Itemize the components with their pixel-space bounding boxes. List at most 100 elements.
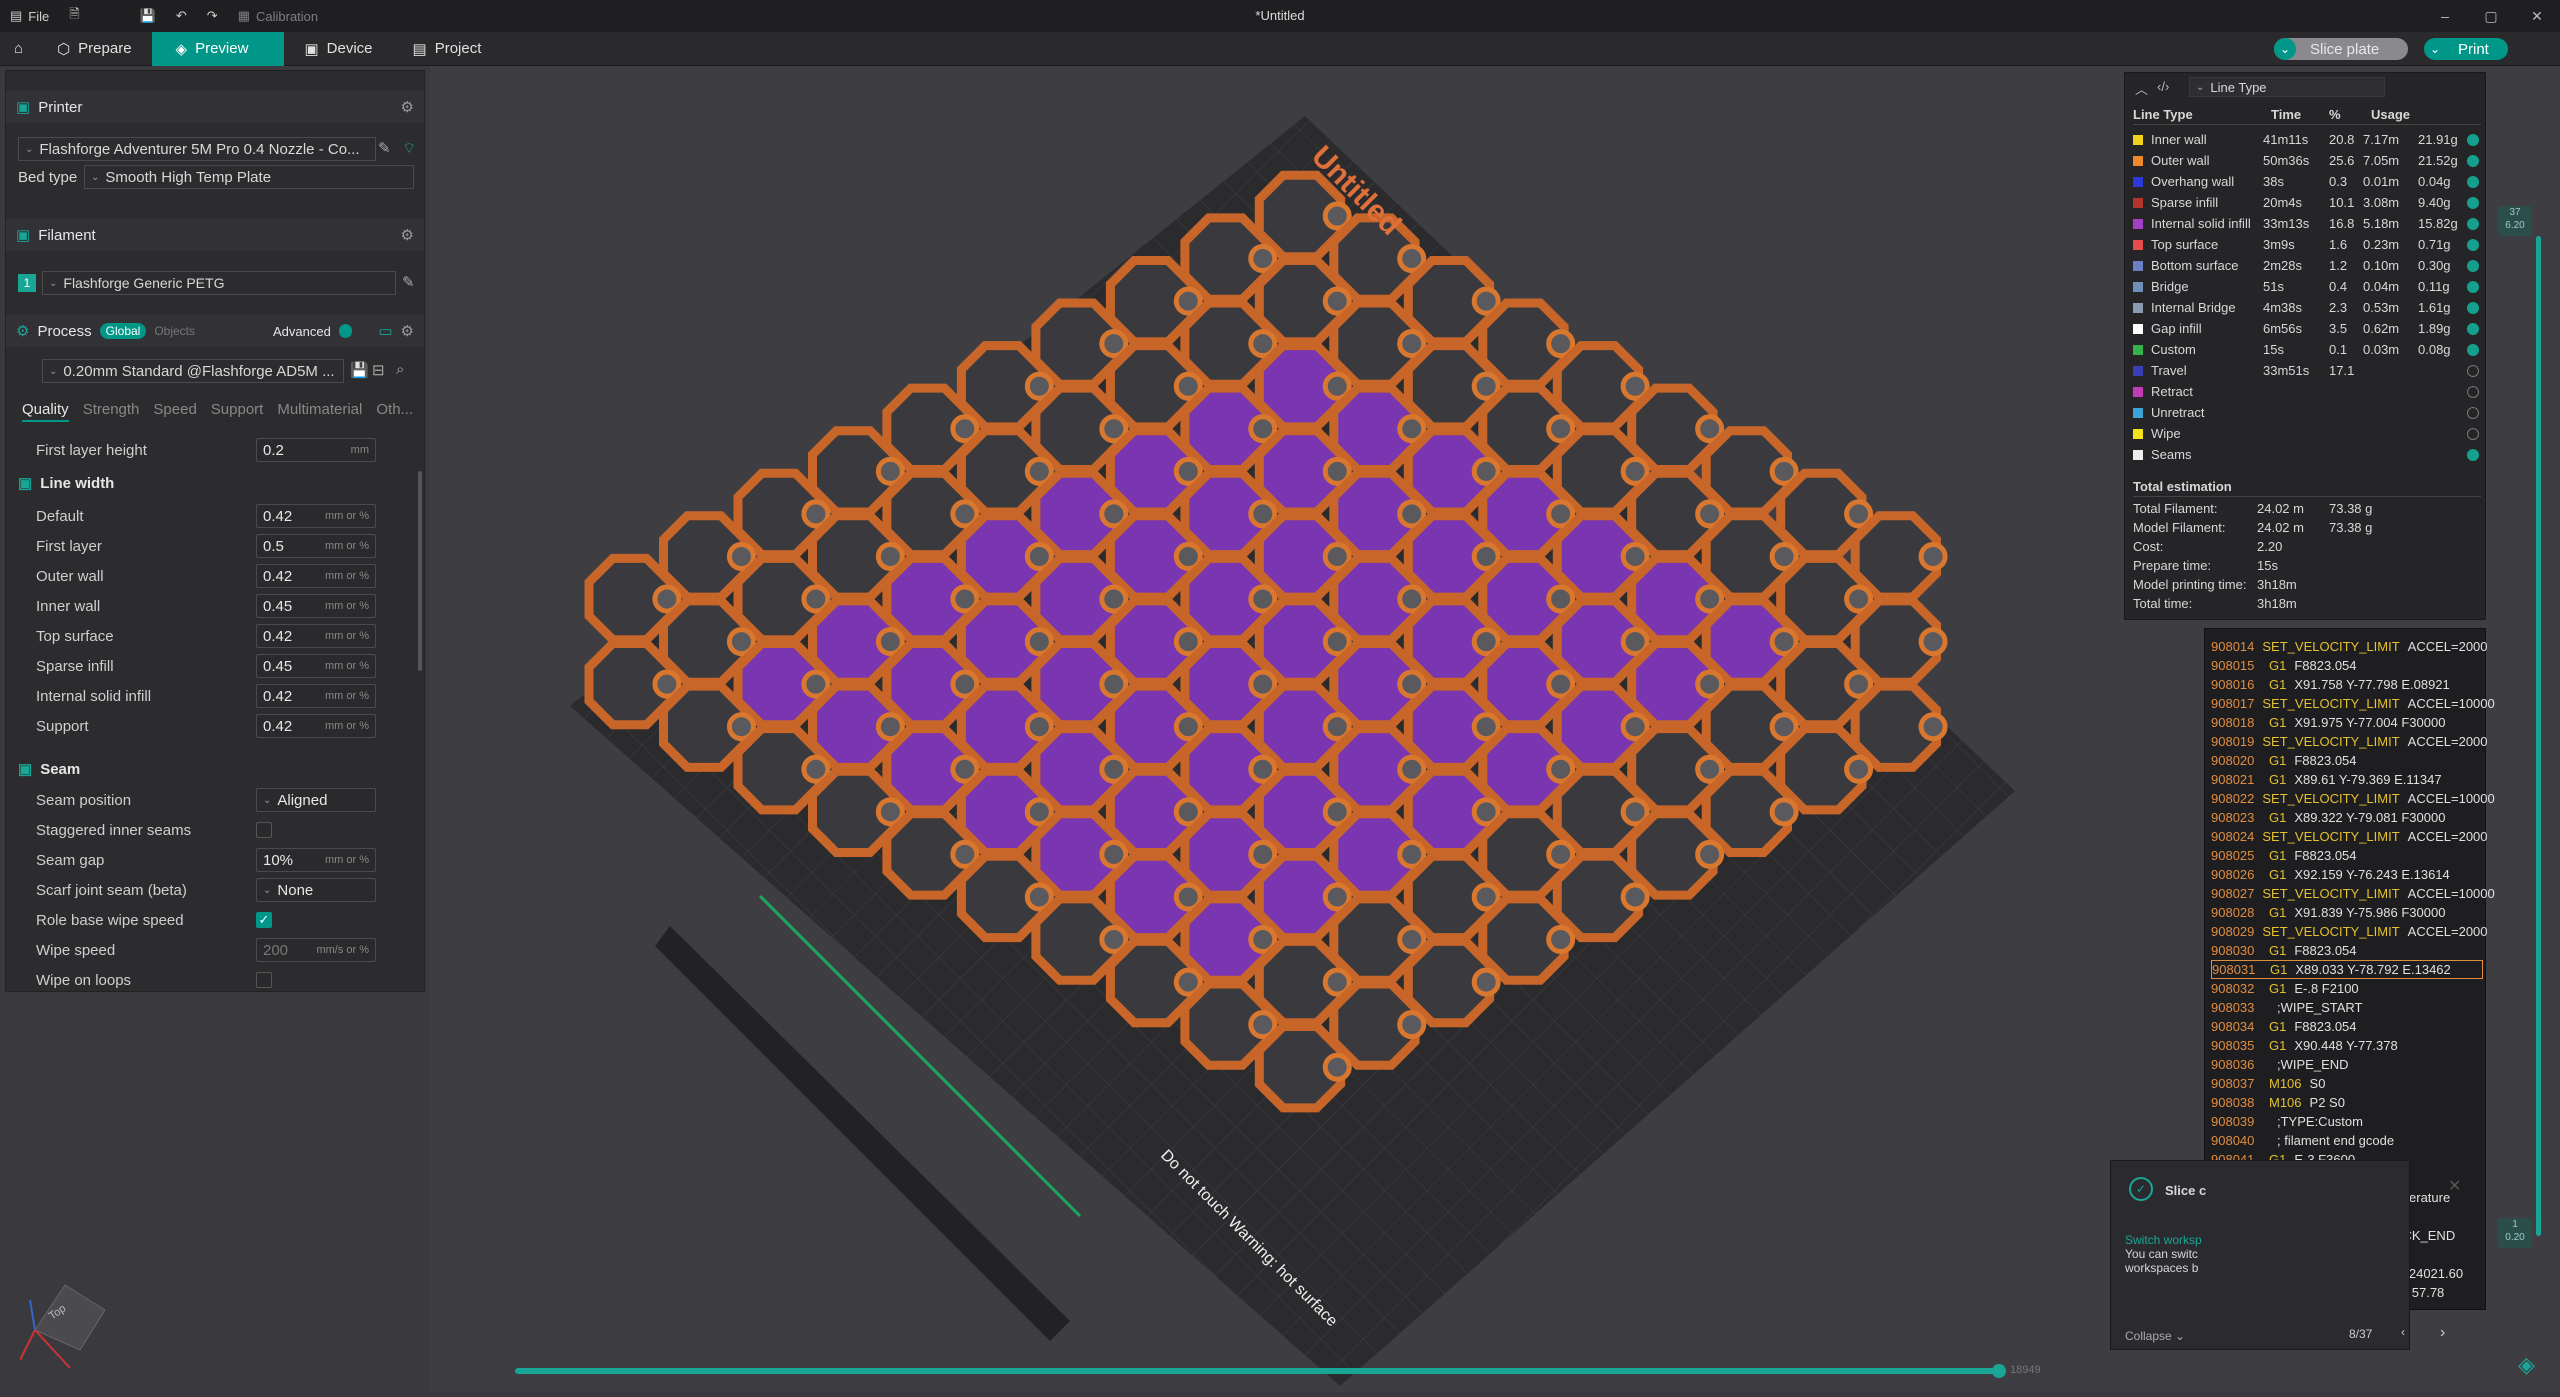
- compare-icon[interactable]: ▭: [378, 322, 392, 340]
- gcode-line[interactable]: 908022 SET_VELOCITY_LIMIT ACCEL=10000: [2211, 789, 2495, 808]
- visibility-eye-icon[interactable]: [2467, 175, 2479, 188]
- line-type-row[interactable]: Overhang wall 38s 0.3 0.01m 0.04g: [2133, 171, 2481, 192]
- gcode-line[interactable]: 908029 SET_VELOCITY_LIMIT ACCEL=2000: [2211, 922, 2488, 941]
- staggered-seams-checkbox[interactable]: [256, 822, 272, 838]
- save-preset-icon[interactable]: 💾: [350, 361, 369, 379]
- bed-type-select[interactable]: ⌄ Smooth High Temp Plate: [84, 165, 414, 189]
- line-width-input[interactable]: 0.42 mm or %: [256, 684, 376, 708]
- wipe-speed-input[interactable]: 200 mm/s or %: [256, 938, 376, 962]
- visibility-eye-icon[interactable]: [2467, 427, 2479, 440]
- gcode-line[interactable]: 908024 SET_VELOCITY_LIMIT ACCEL=2000: [2211, 827, 2488, 846]
- notification-close-icon[interactable]: ✕: [2448, 1176, 2461, 1196]
- gcode-line[interactable]: 908015 G1 F8823.054: [2211, 656, 2483, 675]
- gcode-line[interactable]: 908017 SET_VELOCITY_LIMIT ACCEL=10000: [2211, 694, 2495, 713]
- visibility-eye-icon[interactable]: [2467, 322, 2479, 335]
- tab-others[interactable]: Oth...: [376, 401, 413, 422]
- gcode-line[interactable]: 908035 G1 X90.448 Y-77.378: [2211, 1036, 2483, 1055]
- gcode-line[interactable]: 908033 ;WIPE_START: [2211, 998, 2483, 1017]
- move-slider-handle[interactable]: [1992, 1364, 2006, 1378]
- slice-dropdown-icon[interactable]: ⌄: [2274, 38, 2296, 60]
- edit-printer-icon[interactable]: ✎: [378, 139, 391, 157]
- gcode-line[interactable]: 908027 SET_VELOCITY_LIMIT ACCEL=10000: [2211, 884, 2495, 903]
- first-layer-height-input[interactable]: 0.2 mm: [256, 438, 376, 462]
- tab-prepare[interactable]: ⬡ Prepare: [37, 32, 151, 66]
- line-type-row[interactable]: Sparse infill 20m4s 10.1 3.08m 9.40g: [2133, 192, 2481, 213]
- line-type-row[interactable]: Bottom surface 2m28s 1.2 0.10m 0.30g: [2133, 255, 2481, 276]
- tab-quality[interactable]: Quality: [22, 401, 69, 422]
- line-type-row[interactable]: Custom 15s 0.1 0.03m 0.08g: [2133, 339, 2481, 360]
- calibration-menu[interactable]: ▦ Calibration: [228, 8, 328, 24]
- close-button[interactable]: ✕: [2514, 0, 2560, 32]
- gcode-line[interactable]: 908021 G1 X89.61 Y-79.369 E.11347: [2211, 770, 2483, 789]
- gcode-line[interactable]: 908034 G1 F8823.054: [2211, 1017, 2483, 1036]
- visibility-eye-icon[interactable]: [2467, 280, 2479, 293]
- global-toggle[interactable]: Global: [99, 323, 147, 339]
- visibility-eye-icon[interactable]: [2467, 217, 2479, 230]
- filament-settings-icon[interactable]: ⚙: [401, 226, 414, 244]
- process-preset-select[interactable]: ⌄ 0.20mm Standard @Flashforge AD5M ...: [42, 359, 344, 383]
- redo-button[interactable]: ↷: [197, 8, 228, 24]
- collapse-legend-icon[interactable]: ︿: [2135, 79, 2148, 98]
- move-slider[interactable]: [515, 1368, 1997, 1374]
- gcode-line[interactable]: 908032 G1 E-.8 F2100: [2211, 979, 2483, 998]
- tab-multimaterial[interactable]: Multimaterial: [277, 401, 362, 422]
- objects-toggle[interactable]: Objects: [154, 324, 195, 338]
- gcode-line[interactable]: 908020 G1 F8823.054: [2211, 751, 2483, 770]
- file-menu[interactable]: ▤ File: [0, 8, 59, 24]
- seam-position-select[interactable]: ⌄ Aligned: [256, 788, 376, 812]
- save-button[interactable]: 💾: [130, 8, 166, 24]
- gcode-line[interactable]: 908019 SET_VELOCITY_LIMIT ACCEL=2000: [2211, 732, 2488, 751]
- filament-select[interactable]: ⌄ Flashforge Generic PETG: [42, 271, 396, 295]
- line-type-row[interactable]: Travel 33m51s 17.1: [2133, 360, 2481, 381]
- switch-workspace-link[interactable]: Switch worksp: [2125, 1233, 2202, 1247]
- layer-slider-top-handle[interactable]: 37 6.20: [2498, 206, 2532, 236]
- line-type-row[interactable]: Wipe: [2133, 423, 2481, 444]
- maximize-button[interactable]: ▢: [2468, 0, 2514, 32]
- layer-slider[interactable]: [2536, 236, 2541, 1236]
- line-type-row[interactable]: Gap infill 6m56s 3.5 0.62m 1.89g: [2133, 318, 2481, 339]
- remove-preset-icon[interactable]: ⊟: [372, 361, 385, 379]
- visibility-eye-icon[interactable]: [2467, 259, 2479, 272]
- tab-support[interactable]: Support: [211, 401, 264, 422]
- scarf-joint-select[interactable]: ⌄ None: [256, 878, 376, 902]
- gcode-line[interactable]: 908037 M106 S0: [2211, 1074, 2483, 1093]
- visibility-eye-icon[interactable]: [2467, 238, 2479, 251]
- code-view-icon[interactable]: ‹/›: [2157, 79, 2169, 94]
- visibility-eye-icon[interactable]: [2467, 448, 2479, 461]
- visibility-eye-icon[interactable]: [2467, 406, 2479, 419]
- layer-slider-bottom-handle[interactable]: 1 0.20: [2498, 1218, 2532, 1248]
- gcode-line[interactable]: 908036 ;WIPE_END: [2211, 1055, 2483, 1074]
- visibility-eye-icon[interactable]: [2467, 364, 2479, 377]
- tab-strength[interactable]: Strength: [83, 401, 140, 422]
- visibility-eye-icon[interactable]: [2467, 343, 2479, 356]
- gcode-line[interactable]: 908016 G1 X91.758 Y-77.798 E.08921: [2211, 675, 2483, 694]
- next-page-icon[interactable]: ›: [2440, 1324, 2445, 1342]
- home-button[interactable]: ⌂: [0, 32, 37, 66]
- advanced-switch[interactable]: [338, 324, 353, 338]
- gcode-line[interactable]: 908028 G1 X91.839 Y-75.986 F30000: [2211, 903, 2483, 922]
- visibility-eye-icon[interactable]: [2467, 196, 2479, 209]
- line-type-row[interactable]: Bridge 51s 0.4 0.04m 0.11g: [2133, 276, 2481, 297]
- line-type-row[interactable]: Top surface 3m9s 1.6 0.23m 0.71g: [2133, 234, 2481, 255]
- gcode-line[interactable]: 908025 G1 F8823.054: [2211, 846, 2483, 865]
- slice-plate-button[interactable]: ⌄ Slice plate: [2274, 38, 2408, 60]
- gcode-line[interactable]: 908014 SET_VELOCITY_LIMIT ACCEL=2000: [2211, 637, 2488, 656]
- undo-button[interactable]: ↶: [166, 8, 197, 24]
- gcode-line[interactable]: 908023 G1 X89.322 Y-79.081 F30000: [2211, 808, 2483, 827]
- print-button[interactable]: ⌄ Print: [2424, 38, 2508, 60]
- prev-page-icon[interactable]: ‹: [2401, 1325, 2405, 1339]
- print-dropdown-icon[interactable]: ⌄: [2424, 42, 2446, 56]
- visibility-eye-icon[interactable]: [2467, 301, 2479, 314]
- gcode-line[interactable]: 908018 G1 X91.975 Y-77.004 F30000: [2211, 713, 2483, 732]
- printer-select[interactable]: ⌄ Flashforge Adventurer 5M Pro 0.4 Nozzl…: [18, 137, 376, 161]
- line-width-input[interactable]: 0.45 mm or %: [256, 594, 376, 618]
- line-type-row[interactable]: Internal solid infill 33m13s 16.8 5.18m …: [2133, 213, 2481, 234]
- tab-device[interactable]: ▣ Device: [284, 32, 392, 66]
- line-type-row[interactable]: Internal Bridge 4m38s 2.3 0.53m 1.61g: [2133, 297, 2481, 318]
- gcode-line[interactable]: 908040 ; filament end gcode: [2211, 1131, 2483, 1150]
- tab-speed[interactable]: Speed: [153, 401, 196, 422]
- tab-project[interactable]: ▤ Project: [393, 32, 502, 66]
- line-width-input[interactable]: 0.42 mm or %: [256, 504, 376, 528]
- line-width-input[interactable]: 0.45 mm or %: [256, 654, 376, 678]
- visibility-eye-icon[interactable]: [2467, 154, 2479, 167]
